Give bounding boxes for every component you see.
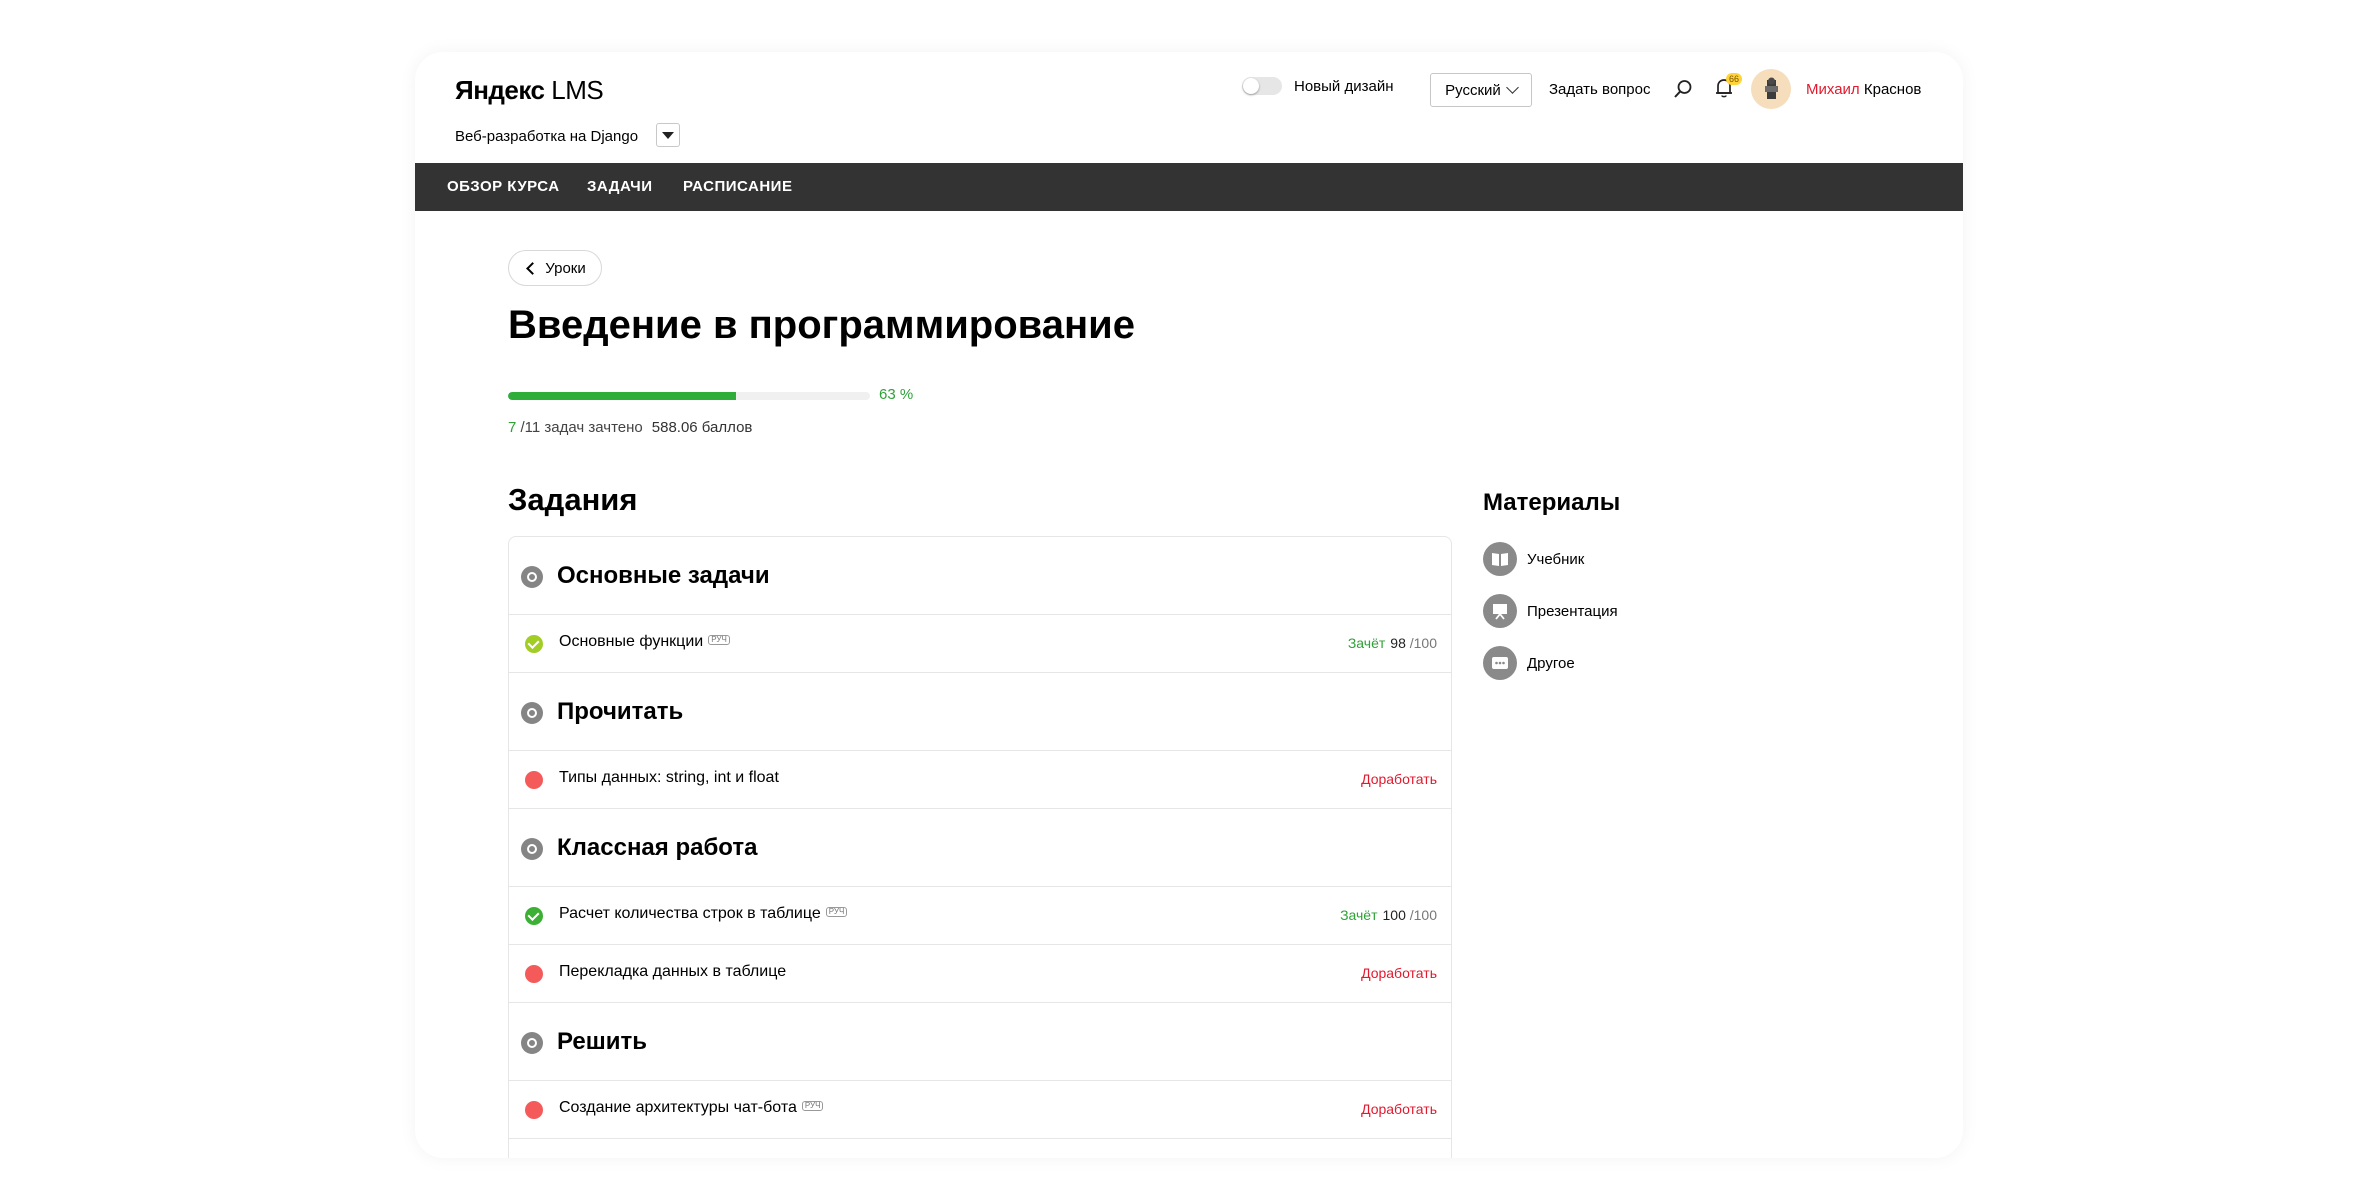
course-navbar: ОБЗОР КУРСА ЗАДАЧИ РАСПИСАНИЕ bbox=[415, 163, 1963, 211]
task-group-header: Решить bbox=[509, 1003, 1451, 1081]
refresh-icon bbox=[521, 1032, 543, 1054]
lesson-stats: 7 /11 задач зачтено 588.06 баллов bbox=[508, 419, 752, 436]
presentation-icon bbox=[1483, 594, 1517, 628]
new-design-label: Новый дизайн bbox=[1294, 77, 1394, 95]
task-status: Зачёт 100 /100 bbox=[1340, 907, 1437, 923]
status-dot-icon bbox=[525, 1101, 543, 1119]
nav-schedule[interactable]: РАСПИСАНИЕ bbox=[683, 163, 792, 211]
task-name[interactable]: Типы данных: string, int и float bbox=[559, 769, 779, 787]
user-name[interactable]: Михаил Краснов bbox=[1806, 81, 1921, 98]
status-dot-icon bbox=[525, 771, 543, 789]
task-status: Доработать bbox=[1361, 771, 1437, 787]
chevron-left-icon bbox=[526, 261, 540, 275]
material-label: Презентация bbox=[1527, 602, 1618, 620]
lesson-progress-bar bbox=[508, 392, 870, 400]
material-item-presentation[interactable]: Презентация bbox=[1483, 594, 1618, 628]
task-group-title: Основные задачи bbox=[557, 562, 770, 589]
page-title: Введение в программирование bbox=[508, 303, 1135, 347]
more-icon bbox=[1483, 646, 1517, 680]
chevron-down-icon bbox=[1505, 81, 1519, 94]
status-dot-icon bbox=[525, 965, 543, 983]
avatar[interactable] bbox=[1751, 69, 1791, 109]
new-design-toggle[interactable] bbox=[1242, 77, 1282, 95]
task-group-header: Классная работа bbox=[509, 809, 1451, 887]
manual-check-tag: РУЧ bbox=[825, 907, 848, 917]
task-group-header: Прочитать bbox=[509, 673, 1451, 751]
classroom-icon bbox=[521, 838, 543, 860]
progress-percent: 63 % bbox=[879, 386, 914, 403]
course-dropdown-button[interactable] bbox=[656, 123, 681, 147]
language-value: Русский bbox=[1445, 81, 1501, 99]
tasks-heading: Задания bbox=[508, 482, 638, 517]
back-to-lessons-button[interactable]: Уроки bbox=[508, 250, 602, 286]
task-name[interactable]: Создание архитектуры чат-бота РУЧ bbox=[559, 1099, 824, 1117]
ask-question-link[interactable]: Задать вопрос bbox=[1549, 81, 1650, 98]
task-name[interactable]: Основные функции РУЧ bbox=[559, 633, 730, 651]
course-name: Веб-разработка на Django bbox=[455, 127, 639, 145]
task-group-title: Прочитать bbox=[557, 698, 684, 725]
task-row[interactable]: Основные функции РУЧ Зачёт 98 /100 bbox=[509, 615, 1451, 673]
search-icon[interactable] bbox=[1673, 79, 1693, 99]
refresh-icon bbox=[521, 566, 543, 588]
task-status: Доработать bbox=[1361, 1101, 1437, 1117]
task-status: Зачёт 98 /100 bbox=[1347, 635, 1437, 651]
task-group-title: Решить bbox=[557, 1028, 648, 1055]
book-icon bbox=[1483, 542, 1517, 576]
new-design-control: Новый дизайн bbox=[1242, 77, 1394, 95]
task-row[interactable]: Типы данных: string, int и float Доработ… bbox=[509, 751, 1451, 809]
points-total: 588.06 баллов bbox=[651, 419, 753, 436]
task-row[interactable]: Перекладка данных в таблице Доработать bbox=[509, 945, 1451, 1003]
brand-logo[interactable]: Яндекс LMS bbox=[455, 75, 604, 106]
task-group-title: Классная работа bbox=[557, 834, 758, 861]
notification-count-badge: 66 bbox=[1726, 73, 1743, 85]
tasks-list: Основные задачи Основные функции РУЧ Зачё… bbox=[508, 536, 1452, 1158]
page-frame: Яндекс LMS Веб-разработка на Django Новы… bbox=[415, 52, 1963, 1158]
task-row[interactable]: Создание архитектуры чат-бота РУЧ Доработ… bbox=[509, 1081, 1451, 1139]
avatar-image bbox=[1765, 77, 1778, 99]
task-group-header: Основные задачи bbox=[509, 537, 1451, 615]
check-circle-icon bbox=[525, 635, 543, 653]
manual-check-tag: РУЧ bbox=[801, 1101, 824, 1111]
task-row[interactable]: Расчет количества строк в таблице РУЧ Зач… bbox=[509, 887, 1451, 945]
lesson-progress-fill bbox=[508, 392, 737, 400]
material-item-other[interactable]: Другое bbox=[1483, 646, 1575, 680]
check-circle-icon bbox=[525, 907, 543, 925]
course-selector: Веб-разработка на Django bbox=[455, 123, 681, 148]
refresh-icon bbox=[521, 702, 543, 724]
nav-course-overview[interactable]: ОБЗОР КУРСА bbox=[447, 163, 560, 211]
materials-heading: Материалы bbox=[1483, 489, 1621, 516]
total-tasks: /11 задач зачтено bbox=[520, 419, 643, 436]
nav-tasks[interactable]: ЗАДАЧИ bbox=[587, 163, 652, 211]
task-name[interactable]: Расчет количества строк в таблице РУЧ bbox=[559, 905, 848, 923]
manual-check-tag: РУЧ bbox=[708, 635, 730, 645]
material-label: Другое bbox=[1527, 654, 1575, 672]
task-status: Доработать bbox=[1361, 965, 1437, 981]
language-select[interactable]: Русский bbox=[1430, 73, 1532, 107]
material-label: Учебник bbox=[1527, 550, 1585, 568]
material-item-textbook[interactable]: Учебник bbox=[1483, 542, 1584, 576]
task-name[interactable]: Перекладка данных в таблице bbox=[559, 963, 786, 981]
solved-count: 7 bbox=[508, 419, 517, 436]
